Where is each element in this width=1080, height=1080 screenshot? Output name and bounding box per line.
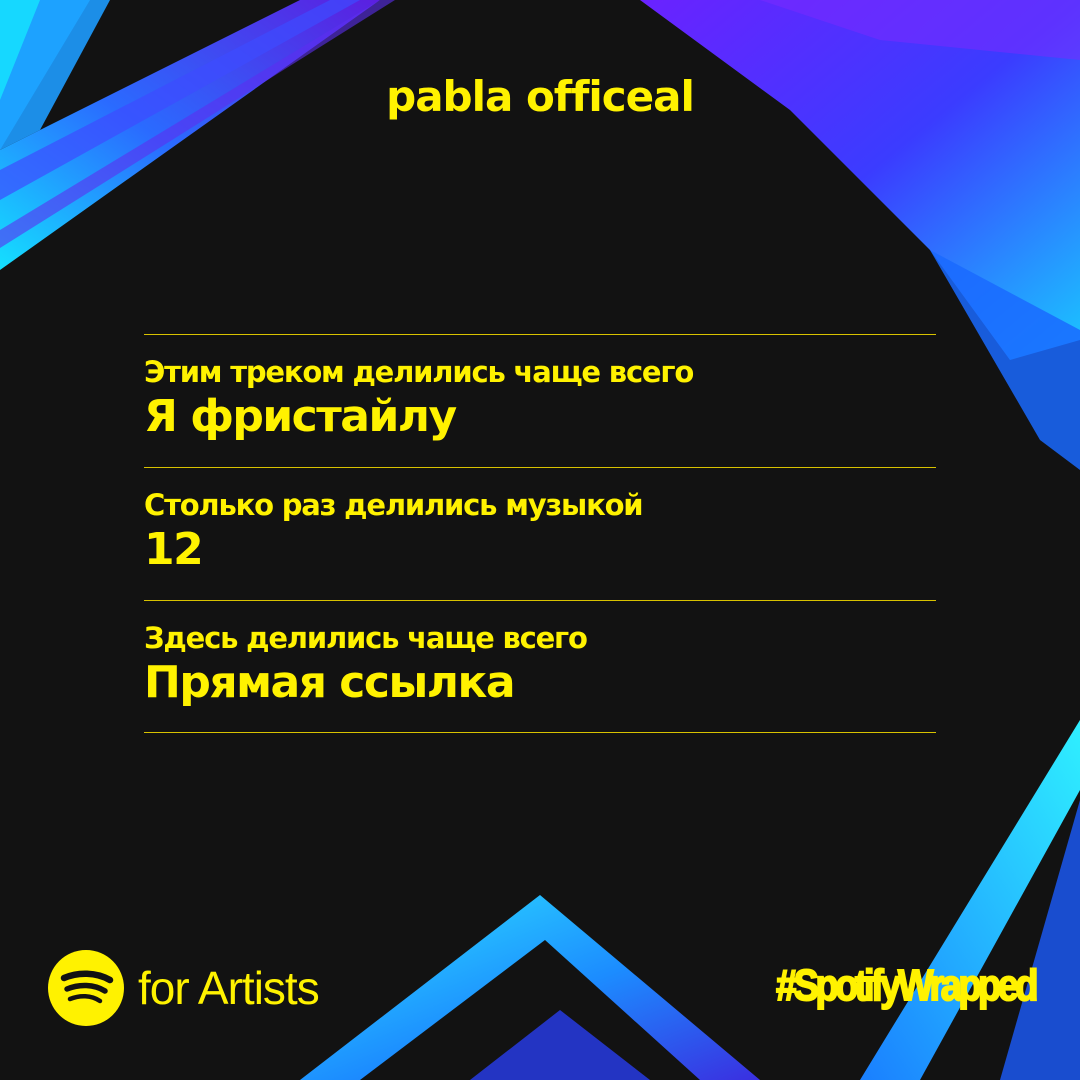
bottom-right-shape — [860, 720, 1080, 1080]
bottom-mountain-shape — [300, 895, 760, 1080]
stat-most-shared-track: Этим треком делились чаще всего Я фриста… — [144, 334, 936, 467]
stat-label: Столько раз делились музыкой — [144, 488, 644, 522]
stat-share-count: Столько раз делились музыкой 12 — [144, 467, 936, 600]
stat-value: Прямая ссылка — [144, 657, 516, 708]
hashtag-text: #SpotifyWrapped — [775, 960, 1039, 1011]
stat-value: 12 — [144, 524, 204, 575]
artist-name: pabla officeal — [386, 72, 695, 121]
stat-label: Этим треком делились чаще всего — [144, 355, 694, 389]
stat-value: Я фристайлу — [144, 391, 457, 442]
stat-label: Здесь делились чаще всего — [144, 621, 588, 655]
wrapped-card: pabla officeal Этим треком делились чаще… — [0, 0, 1080, 1080]
spotify-for-artists-brand: for Artists — [48, 948, 320, 1028]
spotify-logo-icon — [48, 950, 124, 1026]
brand-text: for Artists — [138, 962, 320, 1014]
stats-list: Этим треком делились чаще всего Я фриста… — [144, 334, 936, 733]
top-left-shape — [0, 0, 395, 270]
stat-top-share-destination: Здесь делились чаще всего Прямая ссылка — [144, 600, 936, 733]
